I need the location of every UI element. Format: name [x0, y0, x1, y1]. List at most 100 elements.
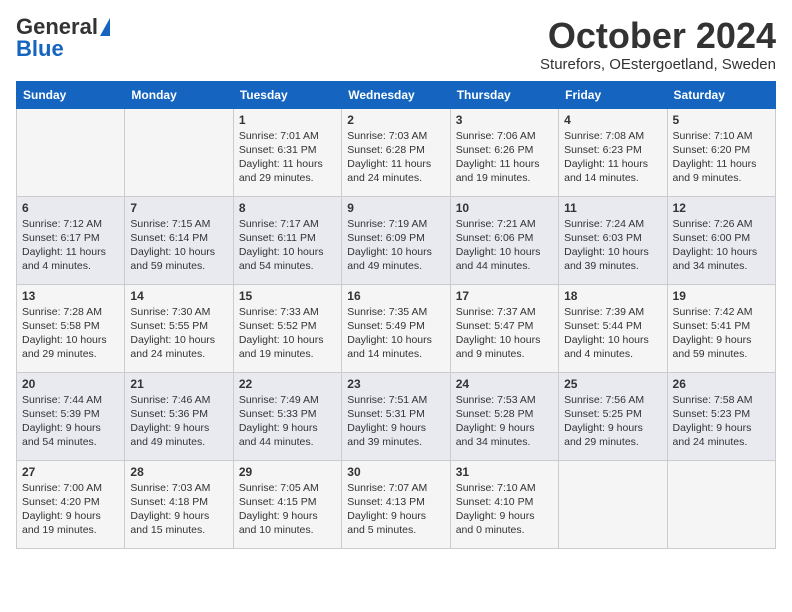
calendar-cell: 4 Sunrise: 7:08 AMSunset: 6:23 PMDaylight…	[559, 108, 667, 196]
day-number: 19	[673, 289, 770, 303]
calendar-cell: 6 Sunrise: 7:12 AMSunset: 6:17 PMDaylight…	[17, 196, 125, 284]
header-wednesday: Wednesday	[342, 81, 450, 108]
header-thursday: Thursday	[450, 81, 558, 108]
day-number: 27	[22, 465, 119, 479]
calendar-week-row: 27 Sunrise: 7:00 AMSunset: 4:20 PMDayligh…	[17, 460, 776, 548]
day-number: 15	[239, 289, 336, 303]
cell-content: Sunrise: 7:19 AMSunset: 6:09 PMDaylight:…	[347, 217, 444, 274]
calendar-cell: 19 Sunrise: 7:42 AMSunset: 5:41 PMDayligh…	[667, 284, 775, 372]
day-number: 29	[239, 465, 336, 479]
cell-content: Sunrise: 7:37 AMSunset: 5:47 PMDaylight:…	[456, 305, 553, 362]
cell-content: Sunrise: 7:01 AMSunset: 6:31 PMDaylight:…	[239, 129, 336, 186]
calendar-cell: 9 Sunrise: 7:19 AMSunset: 6:09 PMDaylight…	[342, 196, 450, 284]
calendar-week-row: 20 Sunrise: 7:44 AMSunset: 5:39 PMDayligh…	[17, 372, 776, 460]
title-block: October 2024 Sturefors, OEstergoetland, …	[540, 16, 776, 73]
calendar-cell: 24 Sunrise: 7:53 AMSunset: 5:28 PMDayligh…	[450, 372, 558, 460]
day-number: 3	[456, 113, 553, 127]
cell-content: Sunrise: 7:53 AMSunset: 5:28 PMDaylight:…	[456, 393, 553, 450]
calendar-cell	[559, 460, 667, 548]
calendar-cell: 18Sunrise: 7:39 AMSunset: 5:44 PMDayligh…	[559, 284, 667, 372]
day-number: 8	[239, 201, 336, 215]
calendar-cell: 16Sunrise: 7:35 AMSunset: 5:49 PMDayligh…	[342, 284, 450, 372]
header-friday: Friday	[559, 81, 667, 108]
day-number: 12	[673, 201, 770, 215]
calendar-cell: 31 Sunrise: 7:10 AMSunset: 4:10 PMDayligh…	[450, 460, 558, 548]
cell-content: Sunrise: 7:28 AMSunset: 5:58 PMDaylight:…	[22, 305, 119, 362]
location-title: Sturefors, OEstergoetland, Sweden	[540, 56, 776, 73]
cell-content: Sunrise: 7:08 AMSunset: 6:23 PMDaylight:…	[564, 129, 661, 186]
day-number: 20	[22, 377, 119, 391]
logo-icon	[100, 18, 110, 36]
cell-content: Sunrise: 7:44 AMSunset: 5:39 PMDaylight:…	[22, 393, 119, 450]
calendar-cell: 11 Sunrise: 7:24 AMSunset: 6:03 PMDayligh…	[559, 196, 667, 284]
calendar-cell: 30 Sunrise: 7:07 AMSunset: 4:13 PMDayligh…	[342, 460, 450, 548]
calendar-cell: 12Sunrise: 7:26 AMSunset: 6:00 PMDayligh…	[667, 196, 775, 284]
day-number: 21	[130, 377, 227, 391]
cell-content: Sunrise: 7:10 AMSunset: 4:10 PMDaylight:…	[456, 481, 553, 538]
calendar-cell: 13Sunrise: 7:28 AMSunset: 5:58 PMDayligh…	[17, 284, 125, 372]
cell-content: Sunrise: 7:24 AMSunset: 6:03 PMDaylight:…	[564, 217, 661, 274]
day-number: 18	[564, 289, 661, 303]
month-title: October 2024	[540, 16, 776, 56]
day-number: 6	[22, 201, 119, 215]
cell-content: Sunrise: 7:51 AMSunset: 5:31 PMDaylight:…	[347, 393, 444, 450]
cell-content: Sunrise: 7:03 AMSunset: 6:28 PMDaylight:…	[347, 129, 444, 186]
day-number: 14	[130, 289, 227, 303]
calendar-cell: 23Sunrise: 7:51 AMSunset: 5:31 PMDayligh…	[342, 372, 450, 460]
day-number: 25	[564, 377, 661, 391]
day-number: 5	[673, 113, 770, 127]
day-number: 1	[239, 113, 336, 127]
day-number: 16	[347, 289, 444, 303]
calendar-cell: 7Sunrise: 7:15 AMSunset: 6:14 PMDaylight…	[125, 196, 233, 284]
calendar-cell: 8 Sunrise: 7:17 AMSunset: 6:11 PMDaylight…	[233, 196, 341, 284]
logo-general-text: General	[16, 16, 98, 38]
cell-content: Sunrise: 7:58 AMSunset: 5:23 PMDaylight:…	[673, 393, 770, 450]
cell-content: Sunrise: 7:49 AMSunset: 5:33 PMDaylight:…	[239, 393, 336, 450]
header-saturday: Saturday	[667, 81, 775, 108]
logo-blue-text: Blue	[16, 38, 64, 60]
day-number: 11	[564, 201, 661, 215]
calendar-cell: 2 Sunrise: 7:03 AMSunset: 6:28 PMDaylight…	[342, 108, 450, 196]
header-monday: Monday	[125, 81, 233, 108]
day-number: 9	[347, 201, 444, 215]
cell-content: Sunrise: 7:42 AMSunset: 5:41 PMDaylight:…	[673, 305, 770, 362]
cell-content: Sunrise: 7:05 AMSunset: 4:15 PMDaylight:…	[239, 481, 336, 538]
cell-content: Sunrise: 7:21 AMSunset: 6:06 PMDaylight:…	[456, 217, 553, 274]
calendar-week-row: 1 Sunrise: 7:01 AMSunset: 6:31 PMDaylight…	[17, 108, 776, 196]
day-number: 4	[564, 113, 661, 127]
calendar-cell	[667, 460, 775, 548]
day-number: 26	[673, 377, 770, 391]
header-row: Sunday Monday Tuesday Wednesday Thursday…	[17, 81, 776, 108]
calendar-body: 1 Sunrise: 7:01 AMSunset: 6:31 PMDaylight…	[17, 108, 776, 548]
cell-content: Sunrise: 7:03 AMSunset: 4:18 PMDaylight:…	[130, 481, 227, 538]
cell-content: Sunrise: 7:00 AMSunset: 4:20 PMDaylight:…	[22, 481, 119, 538]
cell-content: Sunrise: 7:12 AMSunset: 6:17 PMDaylight:…	[22, 217, 119, 274]
day-number: 2	[347, 113, 444, 127]
day-number: 17	[456, 289, 553, 303]
day-number: 22	[239, 377, 336, 391]
day-number: 7	[130, 201, 227, 215]
day-number: 30	[347, 465, 444, 479]
header-sunday: Sunday	[17, 81, 125, 108]
calendar-cell: 15Sunrise: 7:33 AMSunset: 5:52 PMDayligh…	[233, 284, 341, 372]
calendar-cell: 14Sunrise: 7:30 AMSunset: 5:55 PMDayligh…	[125, 284, 233, 372]
calendar-week-row: 13Sunrise: 7:28 AMSunset: 5:58 PMDayligh…	[17, 284, 776, 372]
calendar-cell: 5 Sunrise: 7:10 AMSunset: 6:20 PMDaylight…	[667, 108, 775, 196]
calendar-cell: 22 Sunrise: 7:49 AMSunset: 5:33 PMDayligh…	[233, 372, 341, 460]
cell-content: Sunrise: 7:10 AMSunset: 6:20 PMDaylight:…	[673, 129, 770, 186]
day-number: 31	[456, 465, 553, 479]
calendar-cell	[17, 108, 125, 196]
calendar-cell: 27 Sunrise: 7:00 AMSunset: 4:20 PMDayligh…	[17, 460, 125, 548]
calendar-cell: 25 Sunrise: 7:56 AMSunset: 5:25 PMDayligh…	[559, 372, 667, 460]
calendar-cell: 26 Sunrise: 7:58 AMSunset: 5:23 PMDayligh…	[667, 372, 775, 460]
cell-content: Sunrise: 7:56 AMSunset: 5:25 PMDaylight:…	[564, 393, 661, 450]
page-header: General Blue October 2024 Sturefors, OEs…	[16, 16, 776, 73]
cell-content: Sunrise: 7:46 AMSunset: 5:36 PMDaylight:…	[130, 393, 227, 450]
calendar-cell: 21 Sunrise: 7:46 AMSunset: 5:36 PMDayligh…	[125, 372, 233, 460]
cell-content: Sunrise: 7:07 AMSunset: 4:13 PMDaylight:…	[347, 481, 444, 538]
calendar-cell: 1 Sunrise: 7:01 AMSunset: 6:31 PMDaylight…	[233, 108, 341, 196]
day-number: 24	[456, 377, 553, 391]
calendar-cell: 3Sunrise: 7:06 AMSunset: 6:26 PMDaylight…	[450, 108, 558, 196]
calendar-header: Sunday Monday Tuesday Wednesday Thursday…	[17, 81, 776, 108]
cell-content: Sunrise: 7:17 AMSunset: 6:11 PMDaylight:…	[239, 217, 336, 274]
